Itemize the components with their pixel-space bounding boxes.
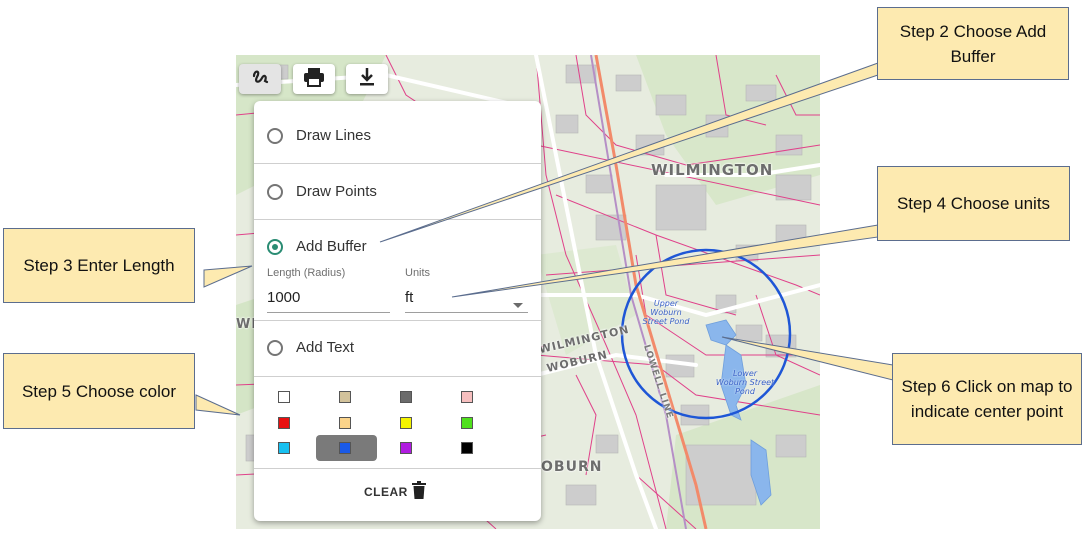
download-button[interactable] [346, 64, 388, 94]
map-label-lower-pond: Lower Woburn Street Pond [715, 369, 775, 396]
option-add-buffer[interactable]: Add Buffer [254, 219, 541, 274]
color-swatch[interactable] [339, 417, 351, 429]
map-label-woburn: OBURN [541, 459, 603, 475]
draw-icon [250, 67, 270, 92]
option-label: Add Text [296, 339, 355, 356]
color-swatch[interactable] [278, 391, 290, 403]
units-select-underline [405, 312, 528, 313]
color-swatch[interactable] [278, 417, 290, 429]
color-swatch[interactable] [339, 391, 351, 403]
length-input-underline [267, 312, 390, 313]
option-draw-lines[interactable]: Draw Lines [254, 108, 541, 163]
option-label: Draw Lines [296, 127, 372, 144]
callout-step5: Step 5 Choose color [3, 353, 195, 429]
map-label-upper-pond: Upper Woburn Street Pond [642, 299, 690, 326]
length-input[interactable]: 1000 [267, 289, 390, 306]
clear-label: CLEAR [364, 485, 408, 499]
divider [254, 376, 541, 377]
map-label-wilmington: WILMINGTON [651, 161, 774, 179]
length-label: Length (Radius) [267, 267, 346, 279]
radio-add-buffer[interactable] [267, 238, 283, 255]
callout-step2: Step 2 Choose Add Buffer [877, 7, 1069, 80]
radio-draw-points[interactable] [267, 183, 283, 200]
pointer-step5 [195, 394, 241, 416]
option-label: Draw Points [296, 183, 377, 200]
callout-step6: Step 6 Click on map to indicate center p… [892, 353, 1082, 445]
color-swatch[interactable] [278, 442, 290, 454]
color-swatch[interactable] [461, 417, 473, 429]
color-swatch[interactable] [461, 442, 473, 454]
color-swatch[interactable] [461, 391, 473, 403]
option-draw-points[interactable]: Draw Points [254, 164, 541, 219]
download-icon [358, 67, 376, 92]
radio-draw-lines[interactable] [267, 127, 283, 144]
radio-add-text[interactable] [267, 339, 283, 356]
color-swatch[interactable] [400, 417, 412, 429]
print-button[interactable] [293, 64, 335, 94]
divider [254, 468, 541, 469]
units-label: Units [405, 267, 431, 279]
trash-icon [411, 480, 426, 504]
color-swatch[interactable] [339, 442, 351, 454]
option-label: Add Buffer [296, 238, 367, 255]
draw-tool-button[interactable] [239, 64, 281, 94]
draw-panel: Draw Lines Draw Points Add Buffer Length… [254, 101, 541, 521]
clear-button[interactable]: CLEAR [364, 480, 426, 504]
callout-step4: Step 4 Choose units [877, 166, 1070, 241]
color-swatch[interactable] [400, 442, 412, 454]
print-icon [303, 67, 325, 92]
units-select[interactable]: ft [405, 289, 505, 306]
callout-step3: Step 3 Enter Length [3, 228, 195, 303]
option-add-text[interactable]: Add Text [254, 320, 541, 375]
color-swatch[interactable] [400, 391, 412, 403]
